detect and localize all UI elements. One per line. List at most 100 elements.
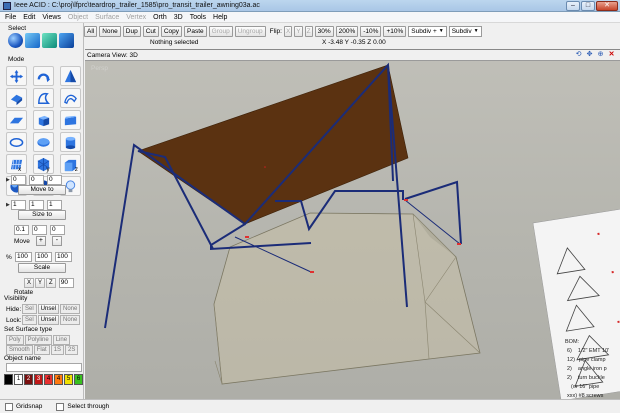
new-disc-button[interactable]: [33, 132, 54, 152]
menu-file[interactable]: File: [5, 14, 16, 21]
copy-button[interactable]: Copy: [160, 25, 183, 37]
hide-unsel-button[interactable]: Unsel: [37, 304, 60, 314]
extrude-tool-button[interactable]: [6, 88, 27, 108]
move-x-input[interactable]: 0: [11, 175, 26, 185]
lathe-tool-button[interactable]: [33, 88, 54, 108]
pan-view-icon[interactable]: ✥: [585, 51, 594, 60]
move-tool-button[interactable]: [6, 66, 27, 86]
rotate-x-button[interactable]: X: [24, 278, 35, 288]
menu-views[interactable]: Views: [42, 14, 61, 21]
step-plus-button[interactable]: +: [35, 236, 46, 246]
size-y-input[interactable]: 1: [29, 200, 44, 210]
select-through-checkbox[interactable]: [56, 402, 65, 411]
step-y-input[interactable]: 0: [32, 225, 47, 235]
rotate-tool-button[interactable]: [33, 66, 54, 86]
minimize-button[interactable]: –: [566, 1, 580, 11]
subdiv-dropdown[interactable]: Subdiv ▼: [448, 25, 482, 37]
palette-swatch[interactable]: 4: [44, 374, 53, 385]
step-z-input[interactable]: 0: [50, 225, 65, 235]
rotate-view-icon[interactable]: ⟲: [574, 51, 583, 60]
select-surface-icon[interactable]: [42, 33, 57, 48]
lock-none-button[interactable]: None: [60, 315, 81, 325]
menu-help[interactable]: Help: [213, 14, 227, 21]
hide-none-button[interactable]: None: [60, 304, 81, 314]
zoom-30-button[interactable]: 30%: [314, 25, 334, 37]
step-minus-button[interactable]: -: [51, 236, 62, 246]
step-input[interactable]: 0.1: [14, 225, 29, 235]
flip-y-button[interactable]: Y: [294, 25, 303, 37]
two-sided-button[interactable]: 2S: [65, 345, 79, 355]
object-name-input[interactable]: [6, 363, 82, 372]
new-cylinder-button[interactable]: [60, 132, 81, 152]
size-x-input[interactable]: 1: [11, 200, 26, 210]
zoom-minus-10-button[interactable]: -10%: [360, 25, 382, 37]
3d-scene[interactable]: BOM: 6) 1/2" EMT 10' 12) pipe clamp 2) angl…: [85, 61, 620, 399]
size-to-button[interactable]: Size to: [18, 210, 66, 220]
new-ellipse-button[interactable]: [6, 132, 27, 152]
rotate-z-button[interactable]: Z: [46, 278, 56, 288]
rotate-angle-input[interactable]: 90: [58, 278, 74, 288]
palette-swatch[interactable]: 5: [64, 374, 73, 385]
one-sided-button[interactable]: 1S: [50, 345, 65, 355]
scale-tool-button[interactable]: [60, 66, 81, 86]
new-plane-button[interactable]: [6, 110, 27, 130]
subdiv-plus-dropdown[interactable]: Subdiv + ▼: [408, 25, 447, 37]
move-to-button[interactable]: Move to: [18, 185, 66, 195]
line-button[interactable]: Line: [52, 335, 71, 345]
duplicate-button[interactable]: Dup: [122, 25, 141, 37]
poly-button[interactable]: Poly: [6, 335, 24, 345]
select-object-icon[interactable]: [25, 33, 40, 48]
trailer-body[interactable]: [213, 212, 481, 385]
scale-z-input[interactable]: 100: [55, 252, 72, 262]
menu-object[interactable]: Object: [68, 14, 88, 21]
select-group-icon[interactable]: [59, 33, 74, 48]
smooth-button[interactable]: Smooth: [6, 345, 33, 355]
move-z-input[interactable]: 0: [47, 175, 62, 185]
paste-button[interactable]: Paste: [184, 25, 207, 37]
size-z-input[interactable]: 1: [47, 200, 62, 210]
group-button[interactable]: Group: [208, 25, 233, 37]
scale-x-input[interactable]: 100: [15, 252, 32, 262]
new-box-button[interactable]: [33, 110, 54, 130]
object-name-label: Object name: [4, 355, 41, 362]
polyline-button[interactable]: Polyline: [24, 335, 52, 345]
select-all-button[interactable]: All: [84, 25, 98, 37]
palette-swatch[interactable]: 1: [14, 374, 23, 385]
flip-z-button[interactable]: Z: [304, 25, 313, 37]
zoom-plus-10-button[interactable]: +10%: [383, 25, 407, 37]
zoom-view-icon[interactable]: ⊕: [596, 51, 605, 60]
scale-button[interactable]: Scale: [18, 263, 66, 273]
move-y-input[interactable]: 0: [29, 175, 44, 185]
select-none-button[interactable]: None: [99, 25, 121, 37]
flat-button[interactable]: Flat: [33, 345, 50, 355]
zoom-200-button[interactable]: 200%: [335, 25, 359, 37]
close-button[interactable]: ✕: [596, 1, 618, 11]
cut-button[interactable]: Cut: [142, 25, 159, 37]
flip-x-button[interactable]: X: [283, 25, 293, 37]
reference-drawing[interactable]: [532, 207, 620, 399]
select-vertex-icon[interactable]: [8, 33, 23, 48]
lock-sel-button[interactable]: Sel: [22, 315, 37, 325]
ungroup-button[interactable]: Ungroup: [234, 25, 266, 37]
lock-unsel-button[interactable]: Unsel: [37, 315, 60, 325]
palette-swatch[interactable]: 4: [54, 374, 63, 385]
hide-sel-button[interactable]: Sel: [22, 304, 37, 314]
bend-tool-button[interactable]: [60, 88, 81, 108]
rotate-y-button[interactable]: Y: [35, 278, 46, 288]
gridsnap-checkbox[interactable]: [5, 402, 13, 411]
scale-y-input[interactable]: 100: [35, 252, 52, 262]
menu-edit[interactable]: Edit: [23, 14, 35, 21]
menu-vertex[interactable]: Vertex: [126, 14, 146, 21]
menu-orth[interactable]: Orth: [153, 14, 167, 21]
menu-tools[interactable]: Tools: [190, 14, 206, 21]
close-view-icon[interactable]: ✕: [607, 51, 616, 60]
palette-swatch[interactable]: 3: [34, 374, 43, 385]
new-wedge-button[interactable]: [60, 110, 81, 130]
palette-swatch[interactable]: 2: [24, 374, 33, 385]
maximize-button[interactable]: □: [581, 1, 595, 11]
3d-viewport[interactable]: Camera View: 3D ⟲ ✥ ⊕ ✕ Persp BOM: 6) 1/…: [85, 49, 620, 399]
menu-surface[interactable]: Surface: [95, 14, 119, 21]
palette-swatch[interactable]: 6: [74, 374, 83, 385]
palette-swatch[interactable]: [4, 374, 13, 385]
menu-3d[interactable]: 3D: [174, 14, 183, 21]
